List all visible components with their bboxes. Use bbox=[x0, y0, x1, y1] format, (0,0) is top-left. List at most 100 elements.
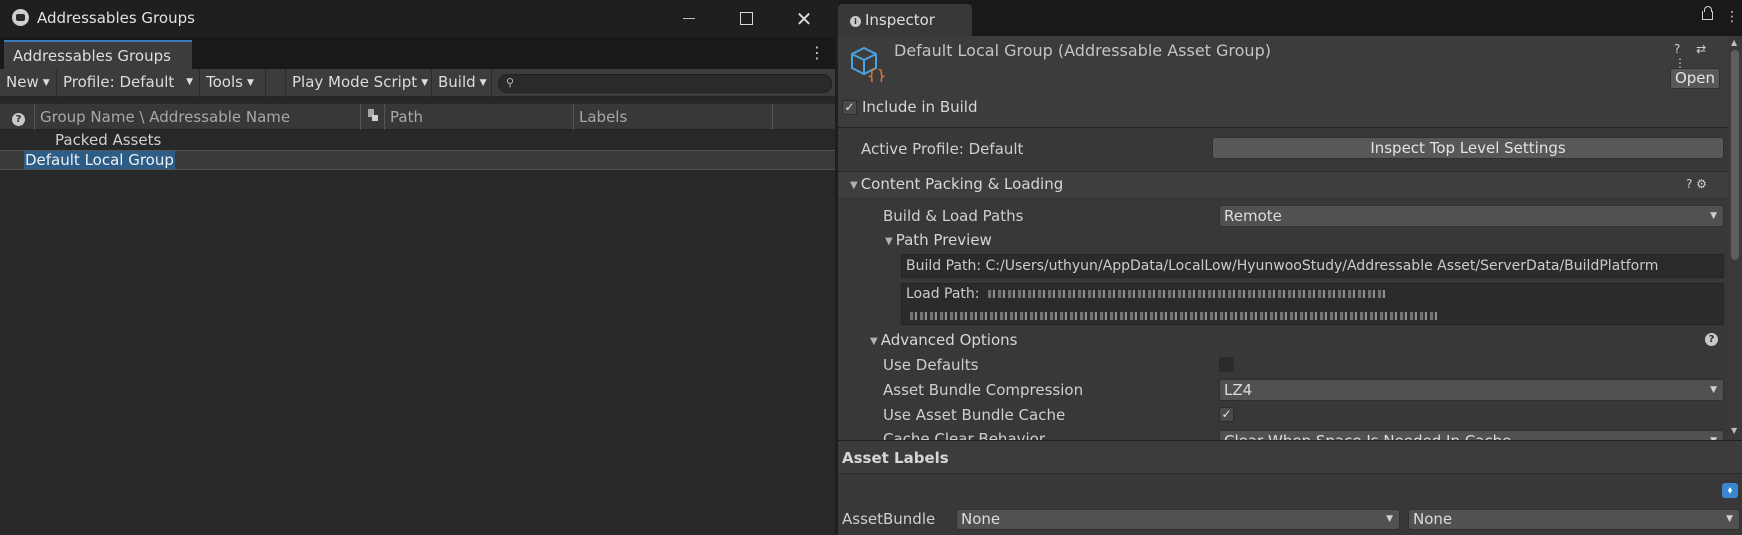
tab-bar: Addressables Groups ⋮ bbox=[0, 37, 835, 69]
help-icon[interactable]: ? bbox=[1705, 333, 1718, 346]
load-path-field: Load Path: bbox=[901, 283, 1724, 325]
maximize-button[interactable] bbox=[717, 0, 775, 37]
section-title: Content Packing & Loading bbox=[860, 175, 1064, 193]
tab-inspector[interactable]: i Inspector bbox=[838, 4, 972, 36]
include-in-build-label: Include in Build bbox=[862, 98, 978, 116]
dropdown-value: None bbox=[961, 510, 1001, 528]
cache-clear-behavior-label: Cache Clear Behavior bbox=[883, 430, 1046, 440]
load-path-label: Load Path: bbox=[906, 286, 980, 302]
chevron-down-icon: ▼ bbox=[1710, 385, 1717, 395]
advanced-options-title: Advanced Options bbox=[880, 331, 1018, 349]
tree-row-default-local-group[interactable]: Default Local Group bbox=[0, 150, 835, 170]
path-preview-foldout[interactable]: ▼ Path Preview bbox=[885, 231, 992, 249]
chevron-down-icon: ▼ bbox=[421, 78, 429, 88]
row-label: Packed Assets bbox=[55, 131, 162, 149]
triangle-down-icon: ▼ bbox=[850, 180, 858, 191]
chevron-down-icon: ▼ bbox=[246, 78, 254, 88]
advanced-options-foldout[interactable]: ▼ Advanced Options bbox=[870, 331, 1017, 349]
dropdown-value: Clear When Space Is Needed In Cache bbox=[1224, 432, 1511, 440]
tag-icon[interactable]: ⬧ bbox=[1722, 483, 1738, 498]
column-header-name[interactable]: Group Name \ Addressable Name bbox=[35, 104, 361, 130]
asset-title: Default Local Group (Addressable Asset G… bbox=[894, 41, 1271, 60]
use-asset-bundle-cache-checkbox[interactable]: ✓ bbox=[1219, 407, 1234, 422]
build-load-paths-label: Build & Load Paths bbox=[883, 207, 1024, 225]
assetbundle-variant-dropdown[interactable]: None ▼ bbox=[1408, 509, 1740, 530]
chevron-down-icon: ▼ bbox=[1710, 431, 1717, 440]
search-icon: ⚲ bbox=[506, 76, 515, 89]
chevron-down-icon: ▼ bbox=[1710, 211, 1717, 221]
header-help-preset-menu-icons[interactable]: ? ⇄ ⋮ bbox=[1674, 42, 1728, 70]
help-icon: ? bbox=[12, 113, 25, 126]
use-asset-bundle-cache-label: Use Asset Bundle Cache bbox=[883, 406, 1066, 424]
include-in-build-checkbox[interactable]: ✓ bbox=[842, 100, 857, 115]
search-field[interactable]: ⚲ bbox=[498, 74, 832, 93]
build-menu-button[interactable]: Build ▼ bbox=[432, 69, 492, 97]
inspect-top-level-settings-button[interactable]: Inspect Top Level Settings bbox=[1212, 137, 1724, 159]
tree-row-packed-assets[interactable]: Packed Assets bbox=[0, 130, 835, 150]
content-packing-foldout[interactable]: ▼ Content Packing & Loading bbox=[850, 175, 1063, 193]
column-header-labels[interactable]: Labels bbox=[574, 104, 773, 130]
tools-label: Tools bbox=[206, 73, 243, 91]
dropdown-value: Remote bbox=[1224, 207, 1282, 225]
window-titlebar: Addressables Groups ✕ bbox=[0, 0, 835, 37]
inspector-window: i Inspector ⋮ {} Default Local Group (Add… bbox=[838, 0, 1742, 535]
search-input[interactable] bbox=[521, 76, 821, 91]
row-label-selected: Default Local Group bbox=[24, 151, 175, 169]
scroll-thumb[interactable] bbox=[1731, 50, 1739, 260]
content-packing-section-header[interactable]: ▼ Content Packing & Loading ? ⚙ bbox=[838, 171, 1728, 197]
build-label: Build bbox=[438, 73, 476, 91]
chevron-down-icon: ▼ bbox=[186, 77, 193, 87]
info-icon: i bbox=[850, 16, 861, 27]
inspector-tab-bar: i Inspector ⋮ bbox=[838, 0, 1742, 36]
new-menu-button[interactable]: New ▼ bbox=[0, 69, 57, 97]
window-title: Addressables Groups bbox=[37, 9, 195, 27]
unity-app-icon bbox=[12, 9, 29, 26]
asset-labels-title: Asset Labels bbox=[842, 449, 949, 467]
play-mode-script-button[interactable]: Play Mode Script ▼ bbox=[286, 69, 432, 97]
column-help[interactable]: ? bbox=[0, 104, 35, 130]
asset-header: {} Default Local Group (Addressable Asse… bbox=[838, 36, 1728, 128]
chevron-down-icon: ▼ bbox=[1386, 514, 1393, 524]
inspector-content: Active Profile: Default Inspect Top Leve… bbox=[838, 129, 1728, 440]
path-preview-label: Path Preview bbox=[895, 231, 992, 249]
close-icon: ✕ bbox=[795, 6, 813, 31]
asset-bundle-compression-label: Asset Bundle Compression bbox=[883, 381, 1084, 399]
minimize-button[interactable] bbox=[660, 0, 718, 37]
profile-label: Profile: Default bbox=[63, 73, 175, 91]
play-mode-label: Play Mode Script bbox=[292, 73, 418, 91]
tools-menu-button[interactable]: Tools ▼ bbox=[200, 69, 266, 97]
assetbundle-label: AssetBundle bbox=[842, 510, 936, 528]
section-help-settings-icons[interactable]: ? ⚙ bbox=[1686, 177, 1707, 191]
dropdown-value: None bbox=[1413, 510, 1453, 528]
dropdown-value: LZ4 bbox=[1224, 381, 1253, 399]
build-path-field: Build Path: C:/Users/uthyun/AppData/Loca… bbox=[901, 254, 1724, 278]
inspector-scrollbar[interactable]: ▲ ▼ bbox=[1728, 36, 1742, 440]
redacted-text bbox=[910, 312, 1440, 320]
build-load-paths-dropdown[interactable]: Remote ▼ bbox=[1219, 205, 1724, 227]
assetbundle-name-dropdown[interactable]: None ▼ bbox=[956, 509, 1400, 530]
new-label: New bbox=[6, 73, 39, 91]
lock-icon[interactable] bbox=[1702, 6, 1713, 20]
scroll-down-icon[interactable]: ▼ bbox=[1731, 426, 1737, 435]
addressable-group-icon: {} bbox=[851, 46, 886, 82]
column-header-type[interactable] bbox=[361, 104, 385, 130]
profile-dropdown[interactable]: Profile: Default ▼ bbox=[57, 69, 200, 97]
tab-addressables-groups[interactable]: Addressables Groups bbox=[4, 40, 192, 69]
addressables-groups-window: Addressables Groups ✕ Addressables Group… bbox=[0, 0, 835, 535]
use-defaults-checkbox[interactable] bbox=[1219, 357, 1234, 372]
asset-bundle-compression-dropdown[interactable]: LZ4 ▼ bbox=[1219, 379, 1724, 401]
open-button[interactable]: Open bbox=[1670, 68, 1720, 89]
close-button[interactable]: ✕ bbox=[775, 0, 833, 37]
cache-clear-behavior-dropdown[interactable]: Clear When Space Is Needed In Cache ▼ bbox=[1219, 430, 1724, 440]
svg-text:{}: {} bbox=[867, 66, 886, 82]
scroll-up-icon[interactable]: ▲ bbox=[1731, 38, 1737, 47]
kebab-menu-icon[interactable]: ⋮ bbox=[809, 43, 825, 62]
triangle-down-icon: ▼ bbox=[870, 336, 878, 347]
kebab-menu-icon[interactable]: ⋮ bbox=[1725, 9, 1739, 25]
asset-type-icon bbox=[368, 109, 378, 121]
chevron-down-icon: ▼ bbox=[42, 78, 50, 88]
redacted-text bbox=[987, 290, 1388, 298]
active-profile-label: Active Profile: Default bbox=[861, 140, 1024, 158]
column-header-path[interactable]: Path bbox=[385, 104, 574, 130]
tab-label: Inspector bbox=[865, 11, 935, 29]
